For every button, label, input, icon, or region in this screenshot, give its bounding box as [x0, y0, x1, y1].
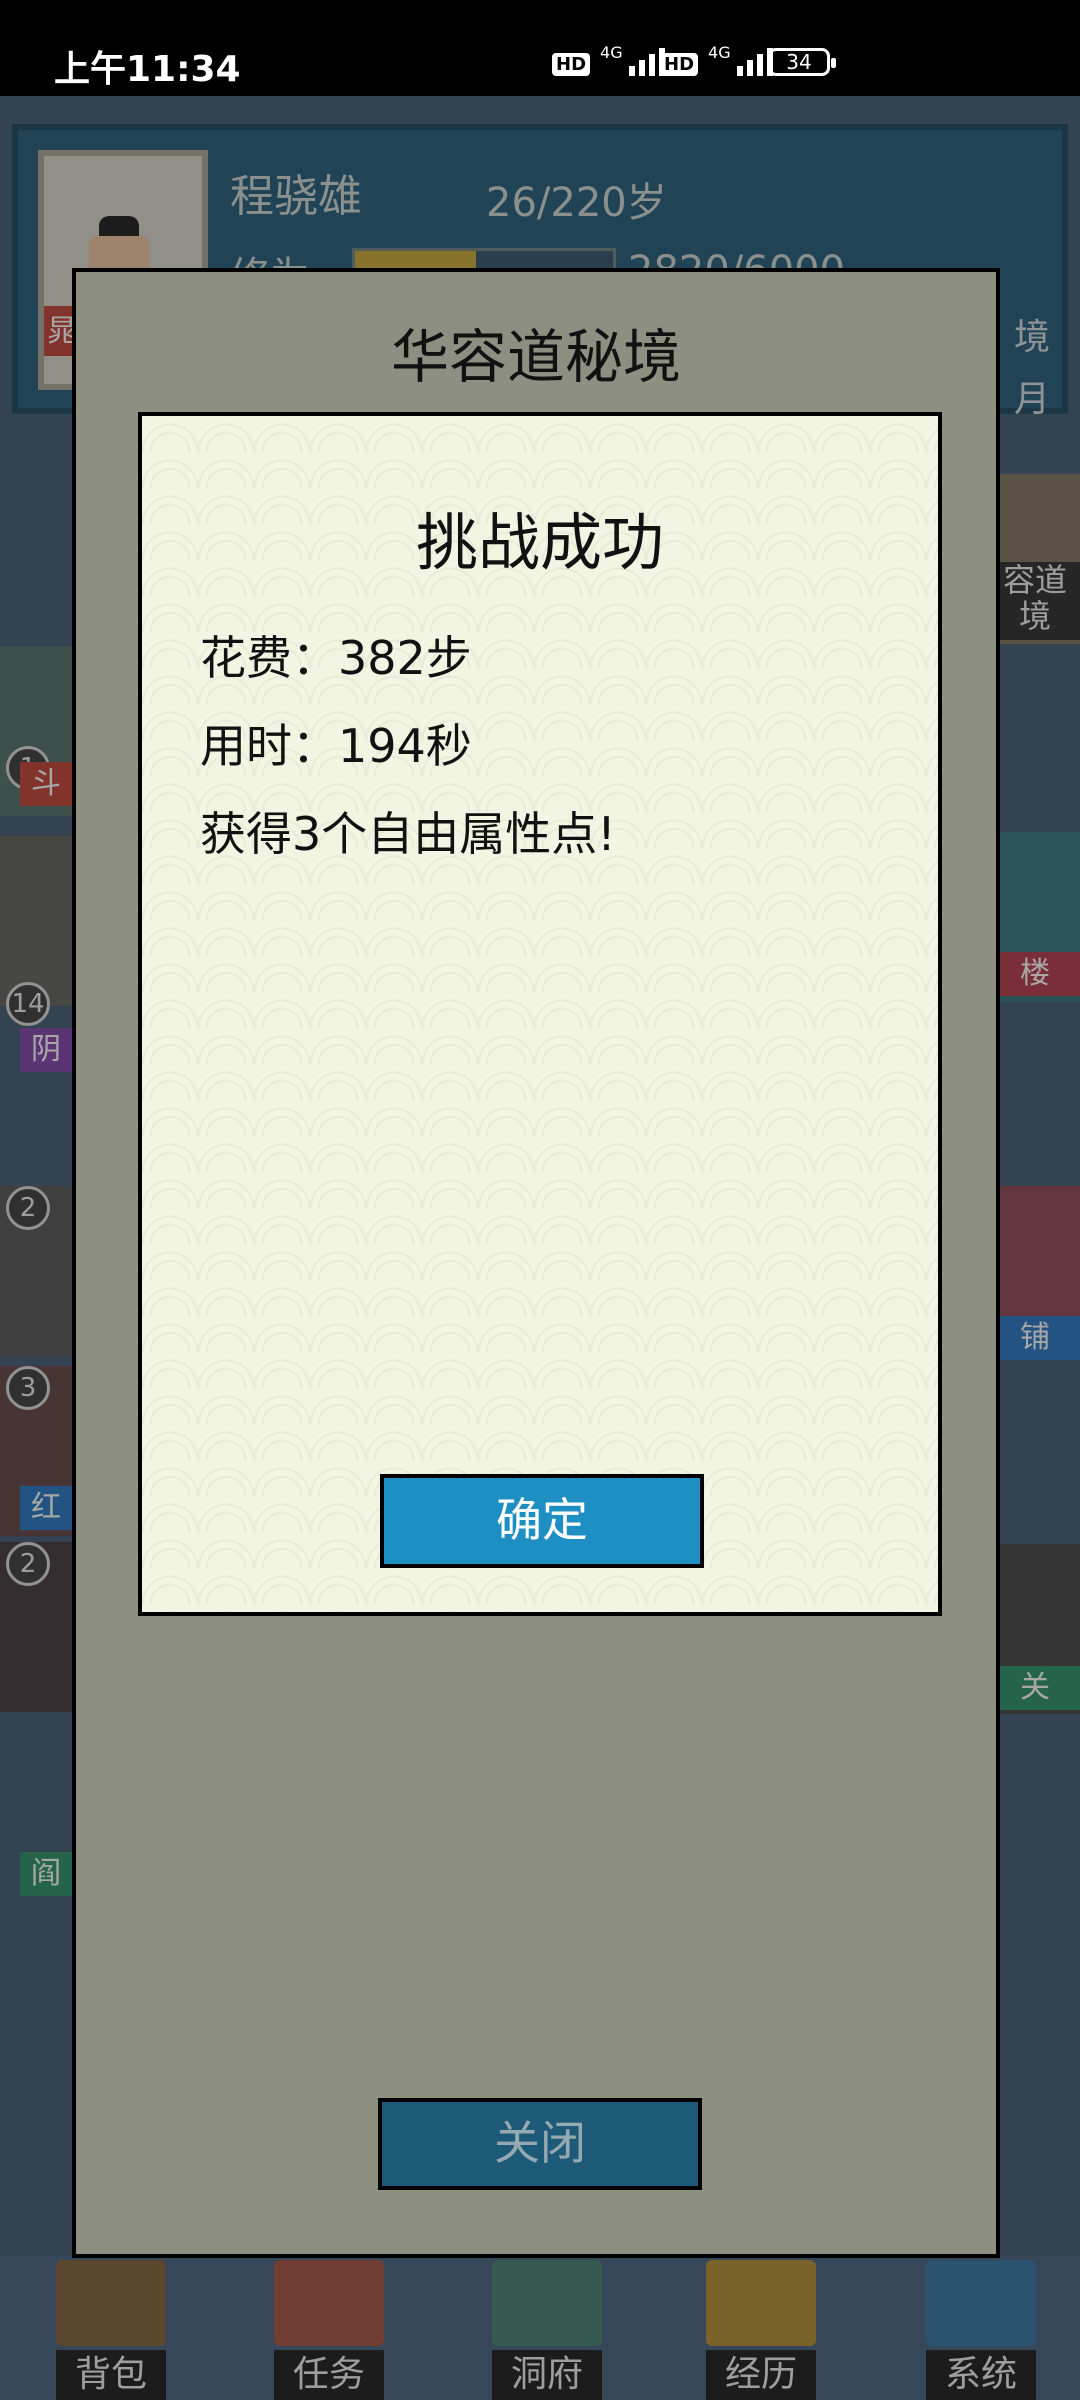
steps-cost-text: 花费：382步	[200, 631, 472, 685]
dialog-title: 华容道秘境	[390, 323, 681, 391]
result-dialog: 挑战成功 花费：382步 用时：194秒 获得3个自由属性点! 确定	[138, 412, 942, 1616]
close-button[interactable]: 关闭	[378, 2098, 702, 2190]
reward-text: 获得3个自由属性点!	[200, 807, 616, 861]
signal-icon-1: HD 4G	[552, 43, 665, 76]
result-title: 挑战成功	[415, 506, 664, 579]
confirm-button[interactable]: 确定	[380, 1474, 704, 1568]
signal-icon-2: HD 4G	[660, 43, 773, 76]
network-type: 4G	[600, 43, 623, 62]
hd-icon: HD	[552, 53, 591, 76]
network-type: 4G	[708, 43, 731, 62]
hd-icon: HD	[660, 53, 699, 76]
time-used-text: 用时：194秒	[200, 719, 472, 773]
clock: 上午11:34	[54, 49, 241, 90]
battery-icon: 34	[768, 48, 836, 76]
status-bar: 上午11:34 HD 4G HD 4G 34	[0, 0, 1080, 96]
